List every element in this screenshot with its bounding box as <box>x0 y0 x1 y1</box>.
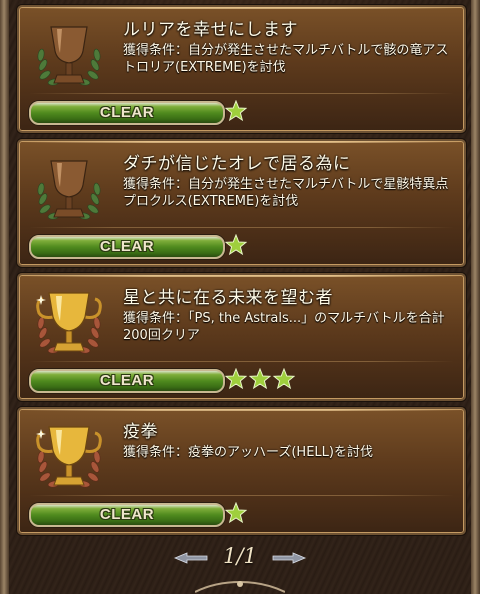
trophy-card[interactable]: ルリアを幸せにします 獲得条件：自分が発生させたマルチバトルで骸の竜アストロリア… <box>17 5 466 133</box>
next-page-arrow-icon[interactable] <box>271 550 307 566</box>
trophy-condition: 獲得条件：自分が発生させたマルチバトルで骸の竜アストロリア(EXTREME)を討… <box>123 43 449 75</box>
star-icon <box>225 368 247 390</box>
trophy-title: 疫拳 <box>123 422 158 442</box>
star-rating <box>225 234 247 256</box>
trophy-card[interactable]: 星と共に在る未来を望む者 獲得条件：「PS, the Astrals...」のマ… <box>17 273 466 401</box>
star-icon <box>225 100 247 122</box>
bronze-trophy-icon <box>37 160 101 220</box>
left-frame-border <box>0 0 9 594</box>
right-frame-border <box>471 0 480 594</box>
star-icon <box>225 502 247 524</box>
trophy-title: 星と共に在る未来を望む者 <box>123 288 333 308</box>
divider <box>29 93 454 94</box>
star-icon <box>225 234 247 256</box>
frame-ornament-icon <box>195 580 285 593</box>
clear-label: CLEAR <box>99 238 155 255</box>
trophy-title: ダチが信じたオレで居る為に <box>123 154 351 174</box>
page-indicator: 1/1 <box>223 544 257 568</box>
clear-progress-bar: CLEAR <box>29 503 225 527</box>
trophy-condition: 獲得条件：疫拳のアッハーズ(HELL)を討伐 <box>123 445 373 460</box>
star-rating <box>225 368 295 390</box>
star-icon <box>249 368 271 390</box>
trophy-condition: 獲得条件：自分が発生させたマルチバトルで星骸特異点プロクルス(EXTREME)を… <box>123 177 449 209</box>
divider <box>29 227 454 228</box>
clear-label: CLEAR <box>99 506 155 523</box>
star-rating <box>225 100 247 122</box>
divider <box>29 361 454 362</box>
bronze-trophy-icon <box>37 26 101 86</box>
trophy-card[interactable]: ダチが信じたオレで居る為に 獲得条件：自分が発生させたマルチバトルで星骸特異点プ… <box>17 139 466 267</box>
star-icon <box>273 368 295 390</box>
trophy-title: ルリアを幸せにします <box>123 20 298 40</box>
clear-label: CLEAR <box>99 104 155 121</box>
divider <box>29 495 454 496</box>
trophy-condition: 獲得条件：「PS, the Astrals...」のマルチバトルを合計200回ク… <box>123 311 445 343</box>
trophy-card[interactable]: 疫拳 獲得条件：疫拳のアッハーズ(HELL)を討伐 CLEAR <box>17 407 466 535</box>
star-rating <box>225 502 247 524</box>
clear-progress-bar: CLEAR <box>29 101 225 125</box>
gold-trophy-icon <box>36 292 102 354</box>
gold-trophy-icon <box>36 426 102 488</box>
prev-page-arrow-icon[interactable] <box>173 550 209 566</box>
clear-progress-bar: CLEAR <box>29 369 225 393</box>
clear-progress-bar: CLEAR <box>29 235 225 259</box>
clear-label: CLEAR <box>99 372 155 389</box>
pagination: 1/1 <box>0 540 480 580</box>
